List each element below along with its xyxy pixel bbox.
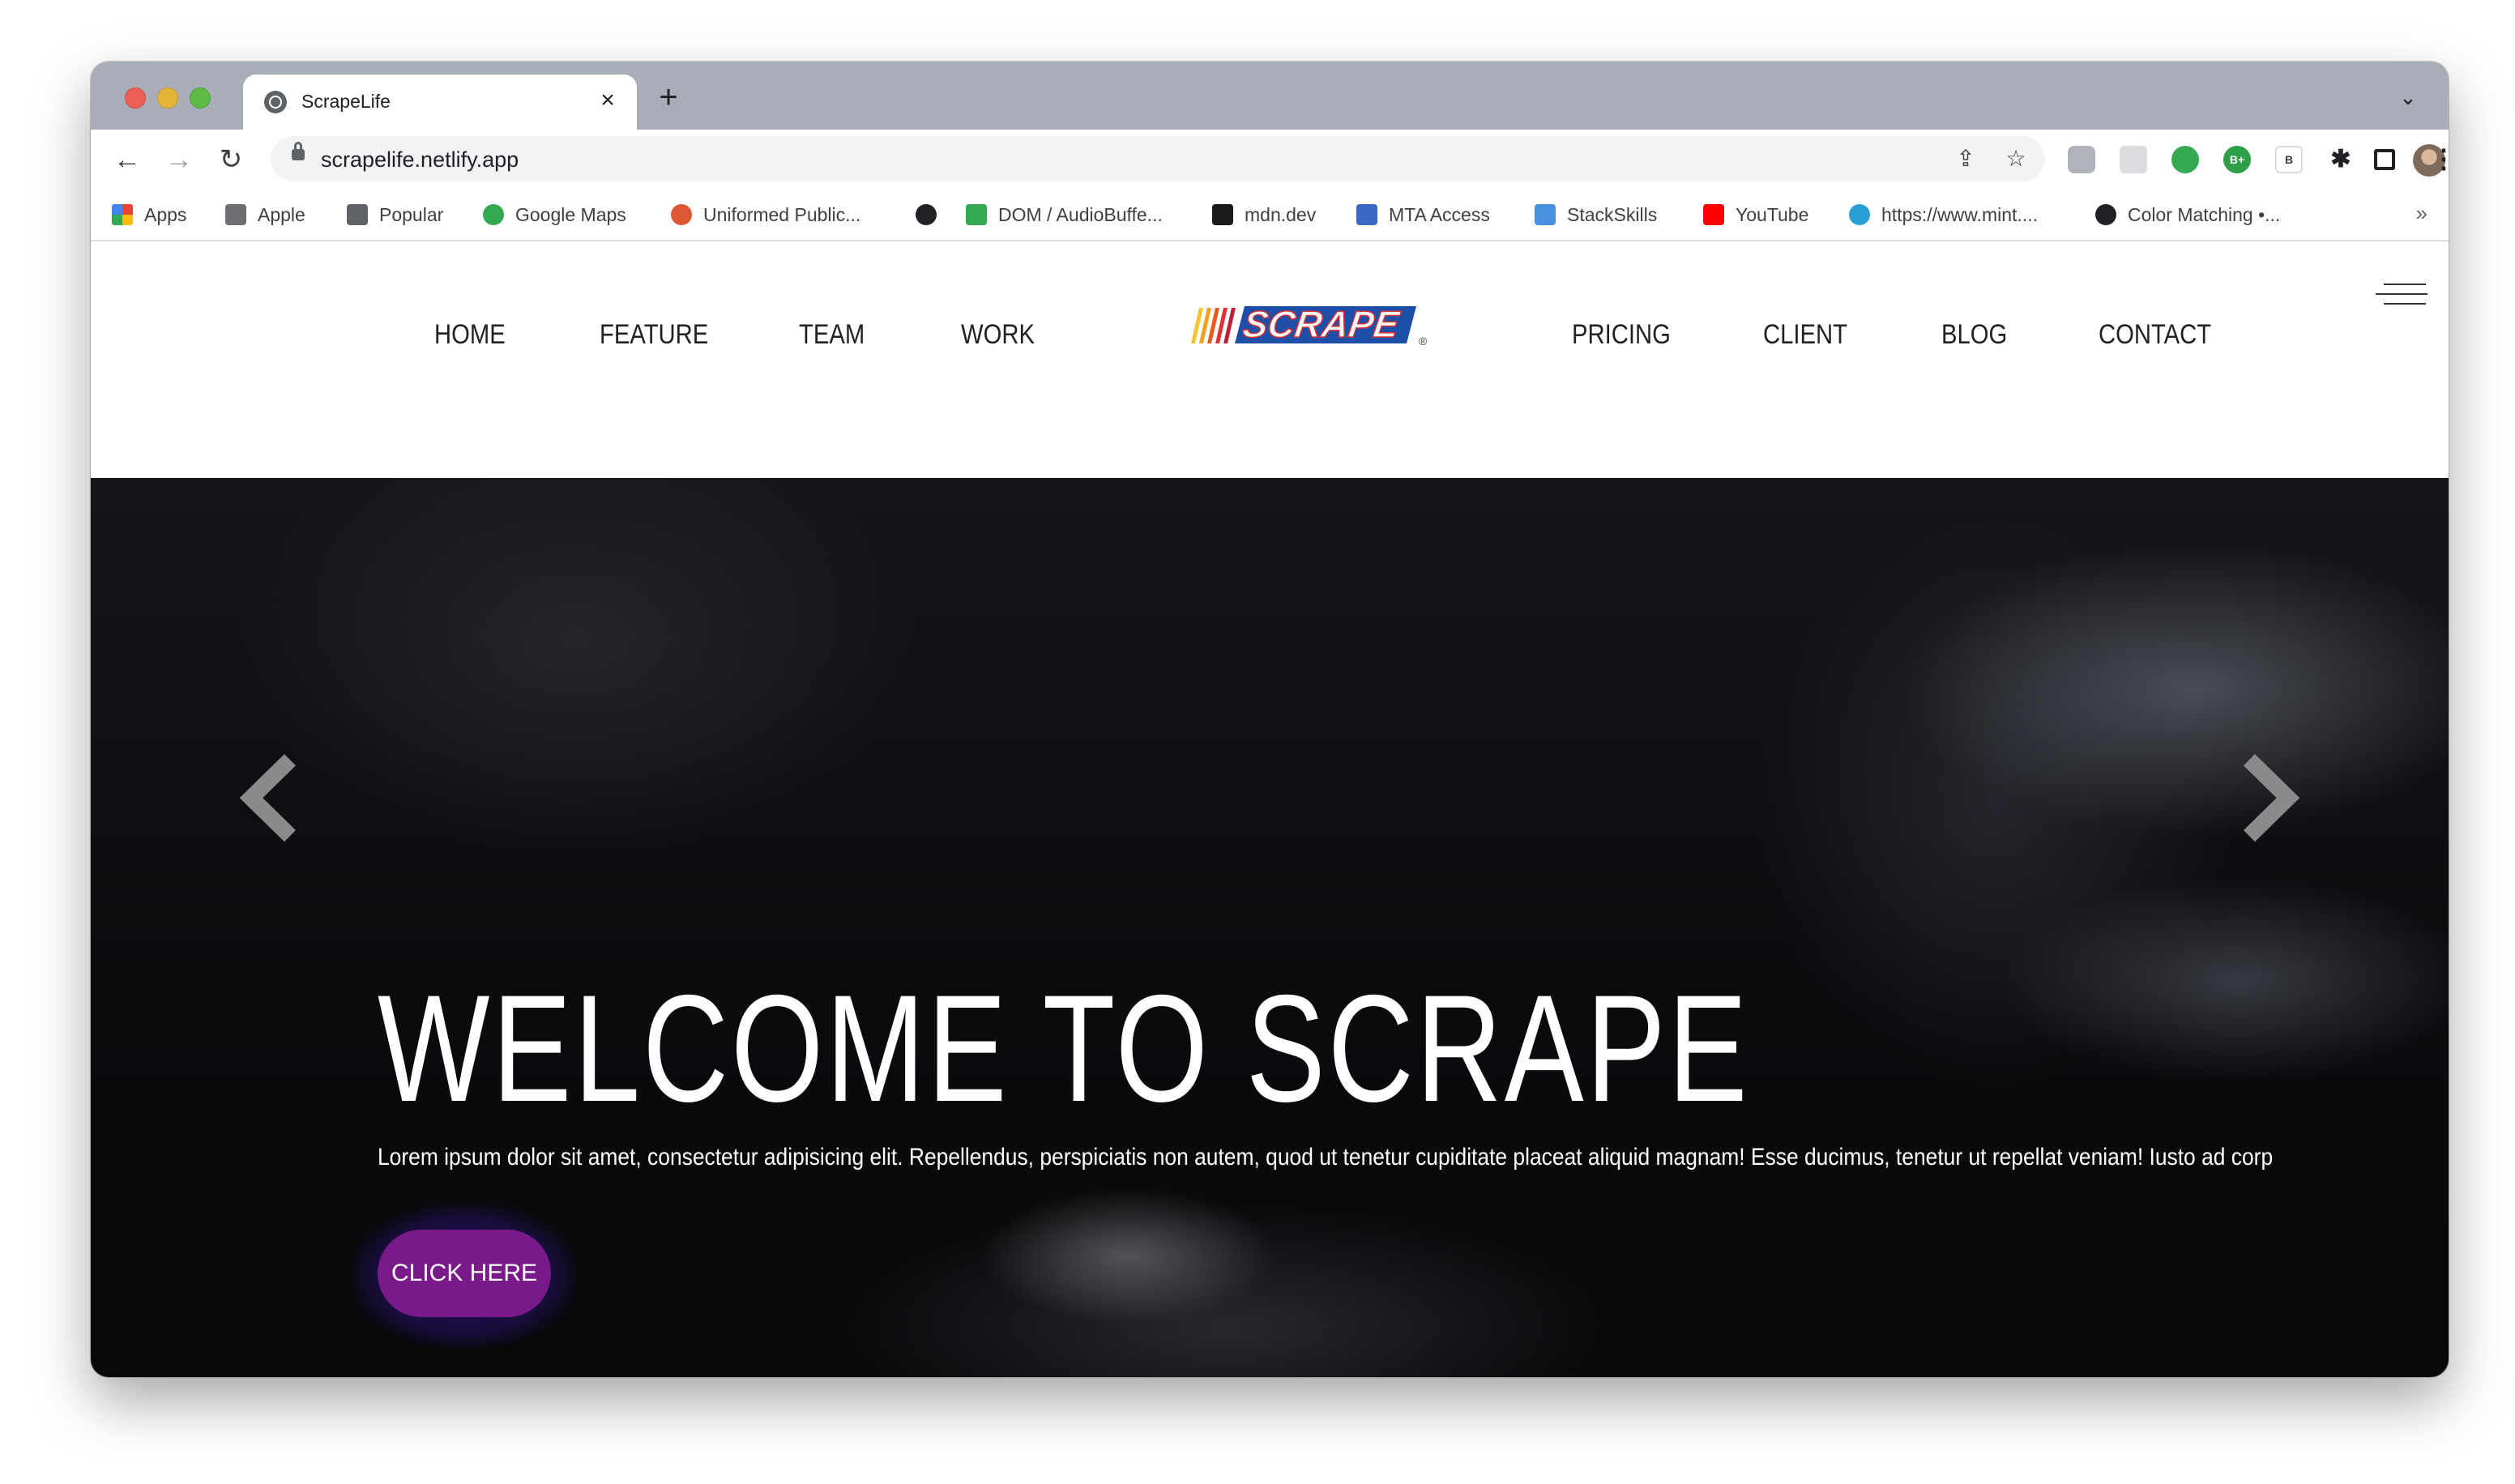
bookmark-item[interactable]: DOM / AudioBuffe... (966, 199, 1163, 230)
nav-home[interactable]: HOME (434, 319, 506, 351)
extension-react-icon[interactable] (2120, 146, 2147, 173)
chevron-left-icon[interactable] (237, 753, 301, 842)
extensions-puzzle-icon[interactable]: ✱ (2327, 146, 2355, 173)
extension-icon[interactable] (2068, 146, 2095, 173)
bookmark-item[interactable]: mdn.dev (1212, 199, 1316, 230)
apps-grid-icon (112, 204, 133, 225)
globe-icon (916, 204, 937, 225)
drop-icon (1849, 204, 1870, 225)
bookmark-item[interactable]: Uniformed Public... (671, 199, 860, 230)
bookmark-label: Apple (258, 203, 305, 225)
forward-button[interactable]: → (159, 139, 199, 180)
tab-close-button[interactable]: × (593, 86, 622, 115)
web-page: HOME FEATURE TEAM WORK SCRAPE ® PRICING … (91, 241, 2449, 1377)
hero-description: Lorem ipsum dolor sit amet, consectetur … (378, 1144, 2274, 1171)
extension-check-icon[interactable] (2171, 146, 2199, 173)
logo-text: SCRAPE (1240, 303, 1403, 345)
new-tab-button[interactable]: + (650, 79, 687, 117)
extension-bplus-icon[interactable]: B+ (2223, 146, 2251, 173)
address-bar[interactable]: scrapelife.netlify.app ⇪ ☆ (271, 136, 2045, 181)
logo-stripes (1191, 308, 1236, 343)
bookmark-label: Uniformed Public... (703, 203, 861, 225)
bookmark-item[interactable]: Color Matching •... (2095, 199, 2280, 230)
bookmark-label: https://www.mint.... (1881, 203, 2038, 225)
nav-contact[interactable]: CONTACT (2099, 319, 2211, 351)
tab-title: ScrapeLife (301, 91, 391, 112)
duckduckgo-icon (671, 204, 692, 225)
nav-feature[interactable]: FEATURE (600, 319, 708, 351)
globe-icon (2095, 204, 2116, 225)
bookmark-item[interactable]: https://www.mint.... (1849, 199, 2038, 230)
youtube-icon (1703, 204, 1724, 225)
bookmark-star-icon[interactable]: ☆ (2001, 144, 2030, 173)
bookmark-item[interactable] (916, 199, 948, 230)
chevron-down-icon[interactable]: ⌄ (2392, 81, 2424, 113)
minimize-window-button[interactable] (157, 87, 178, 109)
bookmark-label: mdn.dev (1245, 203, 1317, 225)
extension-b-icon[interactable]: B (2275, 146, 2303, 173)
lock-icon[interactable] (292, 142, 305, 160)
nav-blog[interactable]: BLOG (1941, 319, 2007, 351)
nav-work[interactable]: WORK (961, 319, 1035, 351)
url-text[interactable]: scrapelife.netlify.app (321, 147, 519, 173)
bookmark-label: DOM / AudioBuffe... (998, 203, 1163, 225)
bookmarks-bar: » Apps Apple Popular Google Maps Uniformed P… (91, 190, 2449, 241)
menu-hamburger-icon[interactable] (2376, 282, 2427, 306)
bookmark-item[interactable]: Google Maps (483, 199, 626, 230)
bookmark-label: YouTube (1736, 203, 1809, 225)
chevron-right-icon[interactable] (2238, 753, 2303, 842)
bookmark-item[interactable]: Apps (112, 199, 186, 230)
bookmark-label: MTA Access (1389, 203, 1490, 225)
site-header: HOME FEATURE TEAM WORK SCRAPE ® PRICING … (91, 241, 2449, 478)
mdn-icon (1212, 204, 1233, 225)
bookmark-item[interactable]: MTA Access (1356, 199, 1490, 230)
bookmark-label: Google Maps (515, 203, 626, 225)
nav-pricing[interactable]: PRICING (1572, 319, 1671, 351)
bookmark-item[interactable]: YouTube (1703, 199, 1808, 230)
nav-client[interactable]: CLIENT (1763, 319, 1847, 351)
back-button[interactable]: ← (107, 139, 147, 180)
browser-menu-icon[interactable]: ⋮ (2427, 141, 2449, 177)
bookmark-label: StackSkills (1567, 203, 1658, 225)
logo-registered-mark: ® (1419, 335, 1428, 348)
click-here-button[interactable]: CLICK HERE (378, 1230, 551, 1317)
stack-icon (1535, 204, 1556, 225)
bookmark-label: Popular (379, 203, 444, 225)
bookmark-item[interactable]: StackSkills (1535, 199, 1657, 230)
bookmark-item[interactable]: Apple (225, 199, 305, 230)
share-icon[interactable]: ⇪ (1951, 144, 1980, 173)
close-window-button[interactable] (125, 87, 146, 109)
bookmarks-overflow-icon[interactable]: » (2416, 201, 2427, 226)
maximize-window-button[interactable] (190, 87, 211, 109)
browser-window: ScrapeLife × + ⌄ ← → ↻ scrapelife.netlif… (91, 62, 2449, 1377)
bookmark-item[interactable]: Popular (347, 199, 443, 230)
doc-icon (966, 204, 987, 225)
tab-strip: ScrapeLife × + ⌄ (91, 62, 2449, 130)
bookmark-label: Color Matching •... (2128, 203, 2281, 225)
reload-button[interactable]: ↻ (211, 139, 251, 180)
globe-icon (264, 91, 287, 113)
lock-bag-icon (1356, 204, 1377, 225)
maps-pin-icon (483, 204, 504, 225)
nav-team[interactable]: TEAM (799, 319, 865, 351)
tab-scrapelife[interactable]: ScrapeLife × (243, 75, 637, 130)
site-logo[interactable]: SCRAPE ® (1185, 303, 1428, 348)
hero-title: WELCOME TO SCRAPE (378, 963, 1750, 1133)
apple-icon (225, 204, 246, 225)
side-panel-icon[interactable] (2374, 149, 2395, 170)
hero-slider: WELCOME TO SCRAPE Lorem ipsum dolor sit … (91, 478, 2449, 1377)
bookmark-label: Apps (144, 203, 187, 225)
browser-toolbar: ← → ↻ scrapelife.netlify.app ⇪ ☆ B+ B ✱ … (91, 130, 2449, 190)
folder-icon (347, 204, 368, 225)
